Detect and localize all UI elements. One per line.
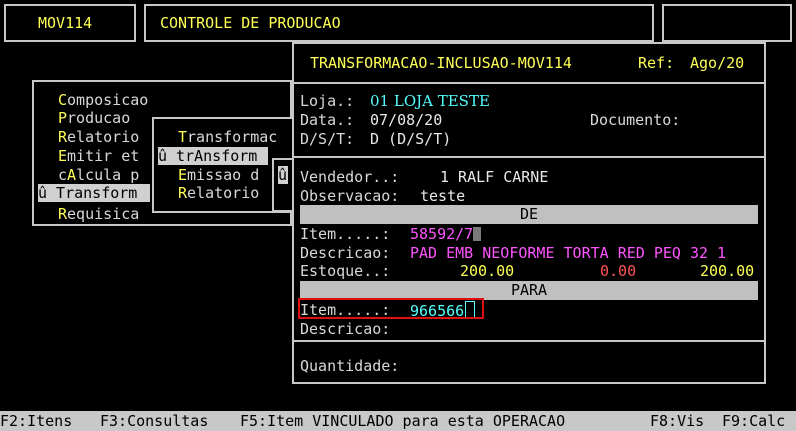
sub-menu-item-transformacao[interactable]: Transformac [178,128,277,146]
f2-itens-key[interactable]: F2:Itens [0,411,72,431]
program-code-box: MOV114 [4,4,136,42]
header-separator [294,156,764,158]
header-right-box [662,4,792,42]
transformacao-dialog: TRANSFORMACAO-INCLUSAO-MOV114 Ref: Ago/2… [292,42,766,384]
ref-value: Ago/20 [690,54,745,72]
de-item-label: Item.....: [300,225,391,243]
vendedor-label: Vendedor..: [300,168,400,186]
observacao-label: Observacao: [300,187,400,205]
sub-menu-item-emissao[interactable]: Emissao d [178,166,259,184]
para-item-highlight [298,298,484,319]
program-code: MOV114 [38,14,93,32]
menu-item-transform[interactable]: û Transform [38,184,150,202]
quantidade-label: Quantidade: [300,357,400,375]
f5-item-vinculado-key[interactable]: F5:Item VINCULADO para esta OPERACAO [240,411,565,431]
estoque-value-3: 200.00 [700,262,755,280]
data-value: 07/08/20 [370,111,443,129]
de-section-bar: DE [300,205,758,224]
de-descricao-value: PAD EMB NEOFORME TORTA RED PEQ 32 1 [410,244,727,262]
title-separator [294,82,764,84]
vendedor-value: 1 RALF CARNE [440,168,549,186]
loja-value: 01 LOJA TESTE [370,92,490,110]
para-descricao-label: Descricao: [300,320,391,338]
menu-item-producao[interactable]: Producao [58,109,130,127]
f9-calc-key[interactable]: F9:Calc [722,411,785,431]
program-title: CONTROLE DE PRODUCAO [160,14,341,32]
sub-menu-item-relatorio[interactable]: Relatorio [178,184,259,202]
function-key-bar: F2:Itens F3:Consultas F5:Item VINCULADO … [0,411,796,431]
menu-item-composicao[interactable]: Composicao [58,91,148,109]
de-descricao-label: Descricao: [300,244,391,262]
menu-item-calcula[interactable]: cAlcula p [58,166,139,184]
dst-value: D (D/S/T) [370,130,452,148]
observacao-value: teste [420,187,466,205]
menu-item-emitir[interactable]: Emitir et [58,147,139,165]
ref-label: Ref: [638,54,675,72]
de-item-cursor-block [473,227,482,241]
quantity-separator [294,340,764,342]
estoque-label: Estoque..: [300,262,391,280]
program-title-box: CONTROLE DE PRODUCAO [144,4,654,42]
f8-vis-key[interactable]: F8:Vis [650,411,704,431]
estoque-value-1: 200.00 [460,262,515,280]
menu-item-requisicao[interactable]: Requisica [58,205,139,223]
documento-label: Documento: [590,111,681,129]
third-menu-selected-char[interactable]: û [278,166,288,184]
data-label: Data.: [300,111,355,129]
dst-label: D/S/T: [300,130,355,148]
sub-menu-item-transform-selected[interactable]: û trAnsform [158,147,268,165]
de-item-value: 58592/7 [410,225,482,243]
dialog-title: TRANSFORMACAO-INCLUSAO-MOV114 [310,54,572,72]
f3-consultas-key[interactable]: F3:Consultas [100,411,208,431]
menu-item-relatorio[interactable]: Relatorio [58,128,139,146]
estoque-value-2: 0.00 [600,262,637,280]
loja-label: Loja.: [300,92,355,110]
